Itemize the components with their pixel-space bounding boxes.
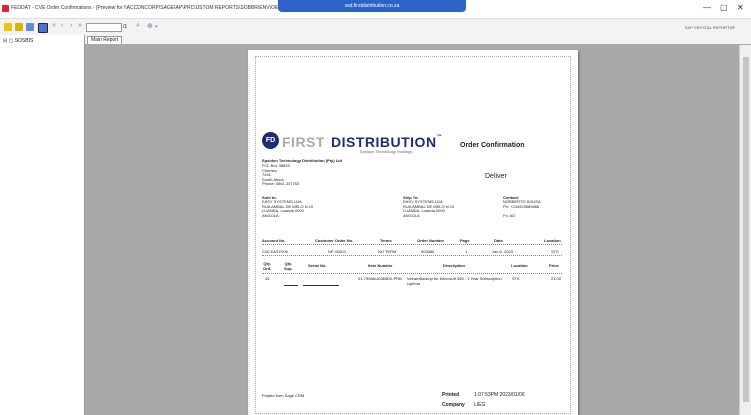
item-location: STK [512, 276, 520, 281]
report-page: FD FIRST DISTRIBUTION™ Epsidon Technolog… [248, 50, 578, 415]
sold-to-address: EASY SYSTEMS LDA RUA AMBAL DE MELO N.10 … [262, 199, 314, 218]
scrollbar-thumb[interactable] [743, 57, 749, 402]
print-icon[interactable] [15, 23, 23, 31]
val-location: STK [551, 249, 559, 254]
tab-strip: Main Report [85, 35, 751, 45]
val-page: 1 [465, 249, 468, 254]
col-serial-no: Serial No. [308, 263, 327, 268]
col-location: Location [544, 238, 561, 243]
serial-no-line [303, 285, 339, 286]
val-date: Jan 6, 2023 [492, 249, 513, 254]
header-divider [262, 244, 562, 245]
item-qty: 45 [265, 276, 270, 281]
printed-value: 1:07:53PM 2023/01/06 [474, 392, 525, 398]
title-bar: FEDDAT - CVE Order Confirmations - [Prev… [0, 0, 751, 19]
report-canvas[interactable]: FD FIRST DISTRIBUTION™ Epsidon Technolog… [85, 45, 739, 415]
header-values-divider [262, 255, 562, 256]
app-icon [2, 5, 9, 12]
item-number: 01-7998AU6365D0-PRB [358, 276, 402, 281]
minimize-button[interactable]: — [703, 3, 711, 12]
items-header-divider [262, 273, 562, 274]
group-tree-panel: ⊟ ▢ SOSBIS [0, 35, 85, 415]
tree-root-label: SOSBIS [14, 38, 34, 44]
last-page-icon[interactable]: » [78, 22, 82, 29]
item-price: 21.00 [551, 276, 562, 281]
previous-page-icon[interactable]: ‹ [61, 22, 63, 29]
qty-sup-line [284, 285, 298, 286]
tab-main-report[interactable]: Main Report [87, 36, 123, 44]
next-page-icon[interactable]: › [70, 22, 72, 29]
export-icon[interactable] [4, 23, 12, 31]
col-date: Date [494, 238, 503, 243]
col-page: Page [460, 238, 470, 243]
val-customer-order: NP 00003 [328, 249, 346, 254]
group-tree-toggle-icon[interactable] [38, 23, 48, 33]
company-address: P.O. Box 38825 Chemex 7441 South Africa … [262, 163, 300, 186]
col-customer-order: Customer Order No. [315, 238, 354, 243]
remote-session-bar[interactable]: ssd.firstdistribution.co.za [278, 0, 466, 12]
window-title: FEDDAT - CVE Order Confirmations - [Prev… [11, 5, 311, 11]
ship-to-address: EASY SYSTEMS LDA RUA AMBAL DE MELO N.10 … [403, 199, 455, 218]
contact-details: NORBERTO SOUSA Ph: +244923589868 Fx: AO [503, 199, 541, 218]
tree-root-item[interactable]: ⊟ ▢ SOSBIS [3, 38, 33, 44]
col-description: Description [443, 263, 466, 268]
first-page-icon[interactable]: « [52, 22, 56, 29]
refresh-icon[interactable] [26, 23, 34, 31]
val-order-number: 903686 [421, 249, 435, 254]
remote-session-title: ssd.firstdistribution.co.za [344, 3, 400, 9]
page-number-input[interactable] [86, 23, 122, 32]
printed-label: Printed [442, 392, 460, 398]
logo-text-distribution: DISTRIBUTION™ [331, 134, 442, 150]
zoom-dropdown-icon[interactable]: ▾ [155, 24, 158, 30]
page-frame [255, 56, 571, 414]
col-qty-sup: Qty. Sup. [284, 261, 293, 271]
col-terms: Terms [380, 238, 392, 243]
company-label: Company [442, 402, 465, 408]
report-title: Order Confirmation [460, 142, 525, 149]
vertical-scrollbar[interactable] [739, 45, 751, 415]
col-order-number: Order Number [417, 238, 445, 243]
company-logo-mark: FD [262, 132, 279, 149]
logo-trademark: ™ [436, 134, 443, 140]
col-item-location: Location [511, 263, 528, 268]
zoom-icon[interactable]: ⊕ [147, 22, 153, 30]
item-description: VeeamBackup for Microsoft 365 - 1 Year S… [407, 276, 502, 286]
col-item-number: Item Number [368, 263, 393, 268]
col-price: Price [549, 263, 559, 268]
col-account-no: Account No. [262, 238, 286, 243]
col-qty-ord: Qty. Ord. [263, 261, 272, 271]
company-value: LIEG [474, 402, 486, 408]
val-account-no: C00 EASY006 [262, 249, 288, 254]
close-button[interactable]: ✕ [737, 3, 744, 12]
val-terms: NO TERM [378, 249, 397, 254]
sap-crystal-label: SAP CRYSTAL REPORTS® [684, 25, 735, 30]
logo-distribution-word: DISTRIBUTION [331, 134, 437, 150]
deliver-label: Deliver [485, 173, 507, 180]
binoculars-icon[interactable]: ⌕ [136, 22, 140, 30]
logo-text-first: FIRST [282, 134, 325, 150]
maximize-button[interactable]: ▢ [720, 3, 728, 12]
logo-subtitle: Epsidon Technology Holdings [360, 149, 413, 154]
footer-note: Posted from Sage CRM [262, 393, 305, 398]
page-of-label: /1 [123, 24, 128, 30]
toolbar: « ‹ › » /1 ⌕ ⊕ ▾ SAP CRYSTAL REPORTS® [0, 19, 751, 36]
